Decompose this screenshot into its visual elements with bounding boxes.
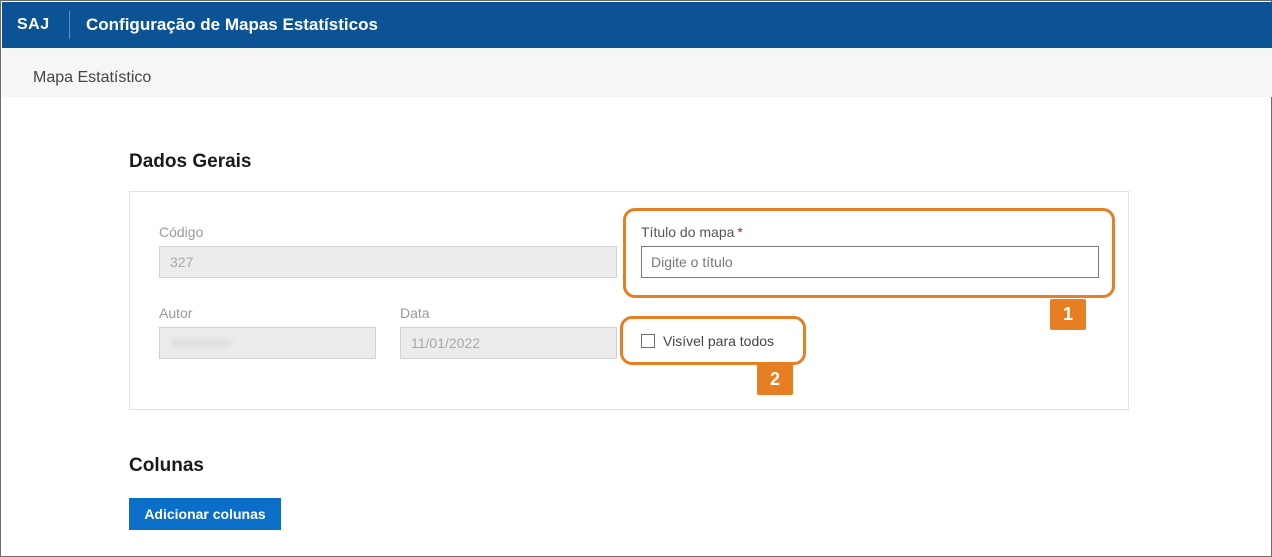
section-title-columns: Colunas	[129, 455, 204, 476]
author-label: Autor	[159, 305, 193, 321]
callout-box-2	[620, 316, 806, 365]
code-label: Código	[159, 224, 204, 240]
app-title: Configuração de Mapas Estatísticos	[86, 15, 378, 34]
author-field	[159, 327, 376, 359]
callout-box-1	[623, 208, 1115, 298]
date-value: 11/01/2022	[411, 335, 481, 351]
code-value: 327	[170, 254, 194, 270]
section-title-general: Dados Gerais	[129, 151, 252, 172]
top-bar: SAJ Configuração de Mapas Estatísticos	[2, 2, 1272, 48]
header-divider	[69, 11, 70, 39]
author-value-redacted	[170, 338, 232, 348]
breadcrumb: Mapa Estatístico	[33, 69, 152, 86]
callout-badge-1: 1	[1050, 299, 1086, 330]
date-label: Data	[400, 305, 430, 321]
add-columns-button[interactable]: Adicionar colunas	[129, 498, 281, 530]
date-field: 11/01/2022	[400, 327, 617, 359]
breadcrumb-bar: Mapa Estatístico	[2, 48, 1272, 97]
app-window: SAJ Configuração de Mapas Estatísticos M…	[0, 0, 1272, 557]
brand-logo[interactable]: SAJ	[17, 2, 50, 48]
code-field: 327	[159, 246, 617, 278]
callout-badge-2: 2	[757, 364, 793, 395]
